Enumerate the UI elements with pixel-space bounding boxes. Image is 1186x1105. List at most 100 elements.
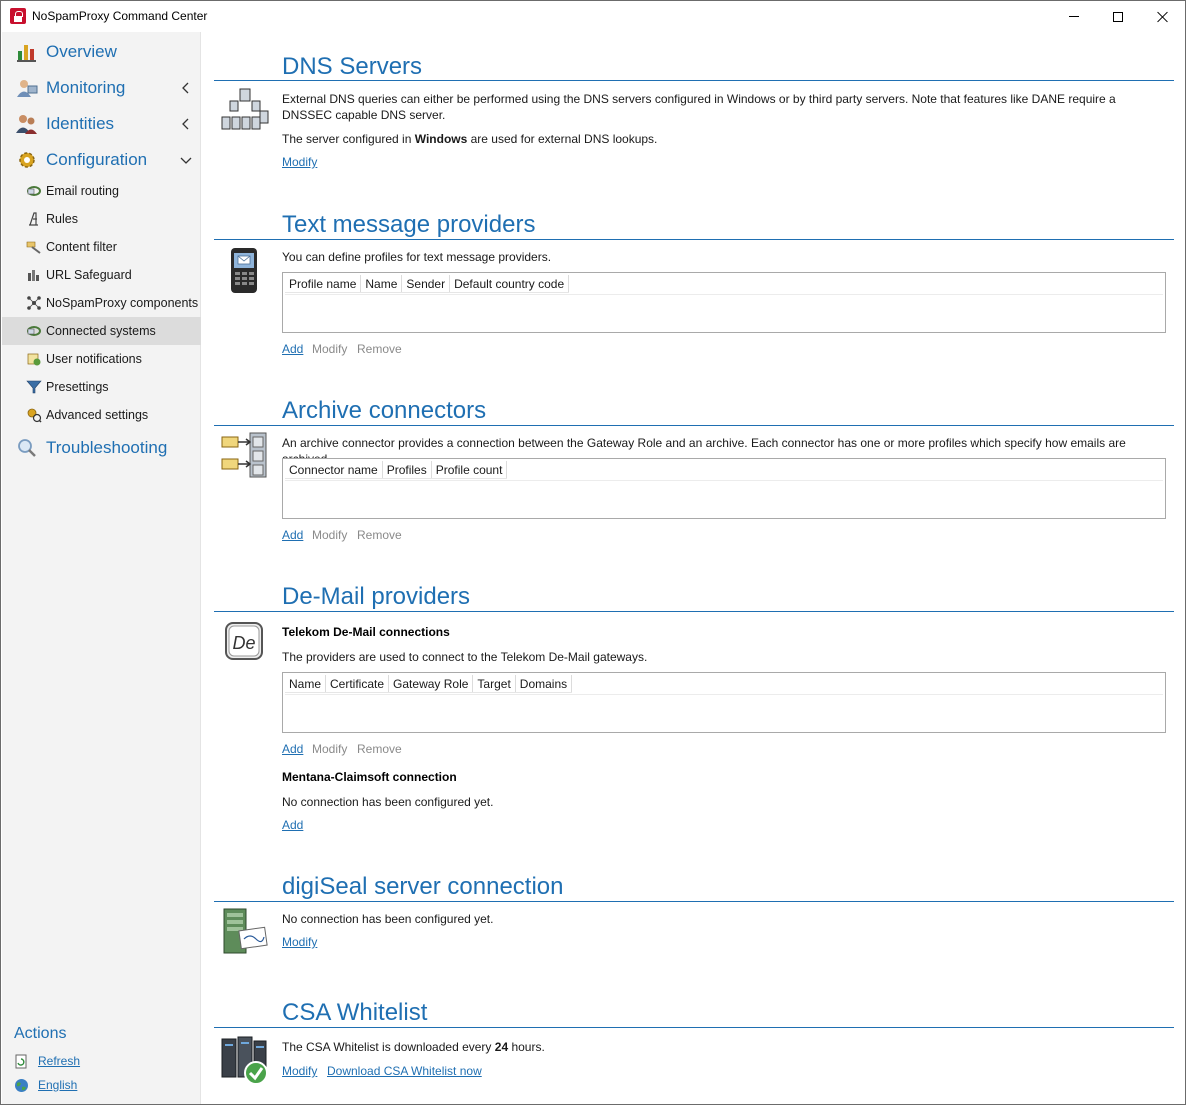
components-icon — [27, 296, 41, 310]
sidebar-item-monitoring[interactable]: Monitoring — [2, 70, 201, 106]
sidebar-item-advanced-settings[interactable]: Advanced settings — [2, 401, 201, 429]
archive-add-link[interactable]: Add — [282, 528, 303, 542]
archive-connectors-table[interactable]: Connector name Profiles Profile count — [282, 458, 1166, 519]
rules-icon — [29, 212, 38, 226]
column-header[interactable]: Domains — [516, 675, 573, 692]
chevron-left-icon[interactable] — [180, 82, 192, 94]
email-routing-icon — [27, 186, 41, 196]
sidebar-item-presettings[interactable]: Presettings — [2, 373, 201, 401]
section-divider — [214, 239, 1174, 240]
sidebar-item-label: Content filter — [46, 240, 117, 254]
dns-modify-link[interactable]: Modify — [282, 155, 317, 169]
sidebar-item-label: Overview — [46, 42, 117, 61]
column-header[interactable]: Profiles — [383, 461, 432, 478]
telekom-heading: Telekom De-Mail connections — [282, 625, 450, 639]
title-bar: NoSpamProxy Command Center — [1, 1, 1185, 32]
de-mail-add-link[interactable]: Add — [282, 742, 303, 756]
maximize-button[interactable] — [1095, 1, 1141, 32]
close-icon — [1156, 11, 1168, 23]
sidebar-item-label: Monitoring — [46, 78, 126, 97]
sidebar-item-label: Configuration — [46, 150, 148, 169]
troubleshooting-magnifier-icon — [18, 439, 36, 457]
sms-modify-link[interactable]: Modify — [312, 342, 347, 356]
archive-modify-link[interactable]: Modify — [312, 528, 347, 542]
actions-heading: Actions — [14, 1025, 67, 1042]
csa-modify-link[interactable]: Modify — [282, 1064, 317, 1078]
refresh-icon — [15, 1054, 27, 1068]
language-action[interactable]: English — [14, 1075, 77, 1095]
dns-status: The server configured in Windows are use… — [282, 132, 658, 146]
dns-server-value: Windows — [414, 132, 468, 146]
minimize-button[interactable] — [1051, 1, 1097, 32]
sidebar-item-label: Presettings — [46, 380, 109, 394]
column-header[interactable]: Connector name — [285, 461, 383, 478]
sms-add-link[interactable]: Add — [282, 342, 303, 356]
header-divider — [285, 694, 1163, 695]
archive-remove-link[interactable]: Remove — [357, 528, 402, 542]
column-header[interactable]: Target — [473, 675, 516, 692]
csa-status: The CSA Whitelist is downloaded every 24… — [282, 1040, 545, 1054]
column-header[interactable]: Name — [285, 675, 327, 692]
sidebar-item-label: Rules — [46, 212, 78, 226]
sidebar-item-overview[interactable]: Overview — [2, 34, 201, 70]
configuration-gear-icon — [19, 152, 35, 168]
column-header[interactable]: Profile name — [285, 275, 362, 292]
advanced-settings-icon — [27, 408, 42, 423]
dns-servers-title: DNS Servers — [282, 53, 423, 80]
url-safeguard-icon — [28, 270, 39, 281]
maximize-icon — [1113, 11, 1123, 22]
sidebar-item-content-filter[interactable]: Content filter — [2, 233, 201, 261]
section-divider — [214, 611, 1174, 612]
sidebar-item-rules[interactable]: Rules — [2, 205, 201, 233]
sidebar-item-nospamproxy-components[interactable]: NoSpamProxy components — [2, 289, 201, 317]
de-mail-modify-link[interactable]: Modify — [312, 742, 347, 756]
sidebar-item-user-notifications[interactable]: User notifications — [2, 345, 201, 373]
sidebar-item-url-safeguard[interactable]: URL Safeguard — [2, 261, 201, 289]
monitoring-icon — [17, 80, 38, 97]
refresh-link[interactable]: Refresh — [38, 1054, 80, 1068]
digiseal-server-icon — [223, 908, 268, 954]
svg-text:De: De — [232, 633, 255, 653]
de-mail-providers-title: De-Mail providers — [282, 583, 471, 610]
sms-remove-link[interactable]: Remove — [357, 342, 402, 356]
sidebar-item-identities[interactable]: Identities — [2, 106, 201, 142]
header-divider — [285, 294, 1163, 295]
table-header: Name Certificate Gateway Role Target Dom… — [285, 675, 573, 693]
sidebar-item-label: NoSpamProxy components — [46, 296, 199, 310]
window-title: NoSpamProxy Command Center — [32, 9, 208, 23]
section-divider — [214, 425, 1174, 426]
section-divider — [214, 901, 1174, 902]
app-window: NoSpamProxy Command Center Overview Moni… — [0, 0, 1186, 1105]
text-message-providers-title: Text message providers — [282, 211, 536, 238]
column-header[interactable]: Name — [361, 275, 403, 292]
csa-download-now-link[interactable]: Download CSA Whitelist now — [327, 1064, 482, 1078]
sidebar-item-troubleshooting[interactable]: Troubleshooting — [2, 430, 201, 466]
sidebar-item-connected-systems[interactable]: Connected systems — [2, 317, 201, 345]
digiseal-status: No connection has been configured yet. — [282, 912, 494, 926]
column-header[interactable]: Certificate — [326, 675, 390, 692]
sidebar-item-label: Identities — [46, 114, 115, 133]
connected-systems-icon — [27, 326, 41, 336]
mentana-add-link[interactable]: Add — [282, 818, 303, 832]
sidebar-item-label: URL Safeguard — [46, 268, 132, 282]
chevron-down-icon[interactable] — [180, 154, 192, 166]
sidebar-item-configuration[interactable]: Configuration — [2, 142, 201, 178]
csa-interval-value: 24 — [494, 1040, 509, 1054]
refresh-action[interactable]: Refresh — [14, 1051, 80, 1071]
sms-profiles-table[interactable]: Profile name Name Sender Default country… — [282, 272, 1166, 333]
close-button[interactable] — [1139, 1, 1185, 32]
column-header[interactable]: Profile count — [432, 461, 508, 478]
de-mail-providers-table[interactable]: Name Certificate Gateway Role Target Dom… — [282, 672, 1166, 733]
chevron-left-icon[interactable] — [180, 118, 192, 130]
overview-chart-icon — [17, 45, 36, 62]
sidebar-item-label: Email routing — [46, 184, 119, 198]
sidebar-item-email-routing[interactable]: Email routing — [2, 177, 201, 205]
language-link[interactable]: English — [38, 1078, 77, 1092]
section-divider — [214, 80, 1174, 81]
identities-users-icon — [16, 115, 37, 134]
digiseal-modify-link[interactable]: Modify — [282, 935, 317, 949]
column-header[interactable]: Default country code — [450, 275, 570, 292]
column-header[interactable]: Gateway Role — [389, 675, 474, 692]
de-mail-remove-link[interactable]: Remove — [357, 742, 402, 756]
column-header[interactable]: Sender — [402, 275, 451, 292]
